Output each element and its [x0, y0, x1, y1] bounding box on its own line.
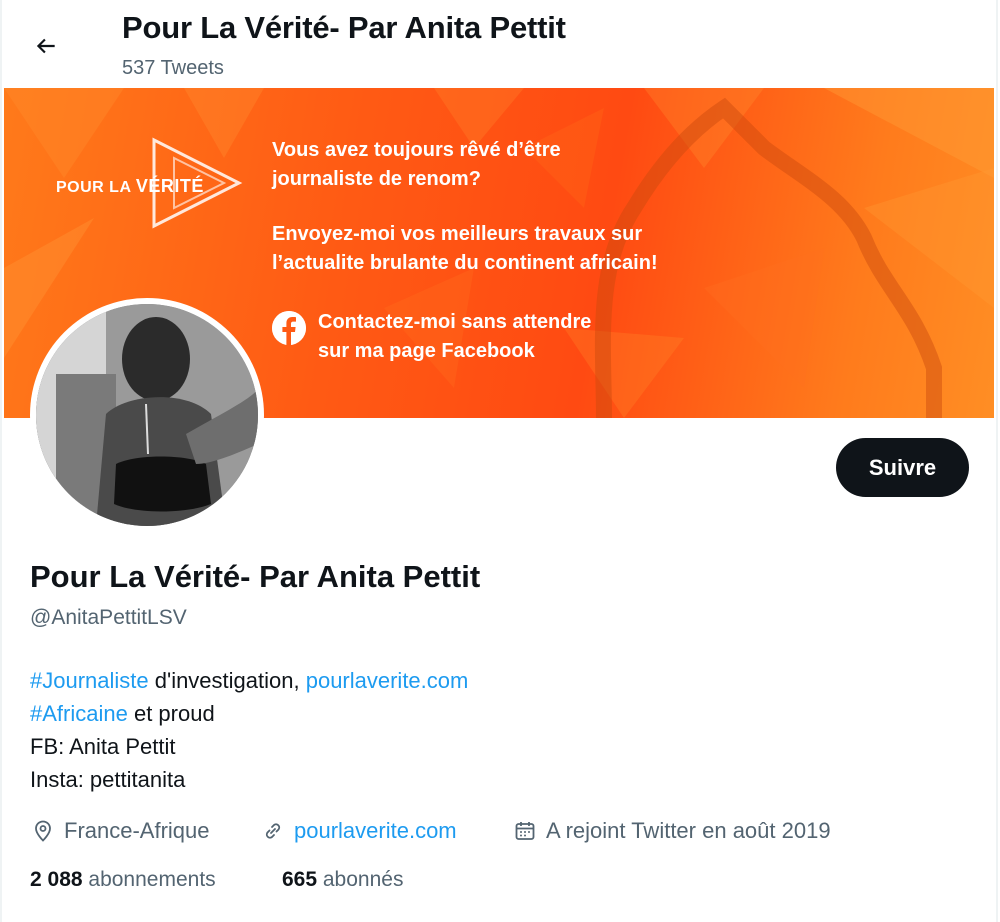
header-title: Pour La Vérité- Par Anita Pettit: [122, 10, 566, 45]
banner-promo-2: Envoyez-moi vos meilleurs travaux sur l’…: [272, 223, 658, 274]
following-label: abonnements: [82, 868, 216, 891]
link-icon: [260, 818, 286, 844]
back-button[interactable]: [24, 24, 68, 68]
follow-button[interactable]: Suivre: [836, 438, 969, 497]
following-link[interactable]: 2 088 abonnements: [30, 868, 216, 892]
avatar[interactable]: [30, 298, 264, 532]
tweet-count: 537 Tweets: [122, 57, 224, 79]
hashtag-journaliste[interactable]: #Journaliste: [30, 668, 149, 693]
user-handle: @AnitaPettitLSV: [30, 606, 187, 629]
hashtag-africaine[interactable]: #Africaine: [30, 701, 128, 726]
bio-line-2: #Africaine et proud: [30, 701, 215, 726]
bio: #Journaliste d'investigation, pourlaveri…: [30, 664, 468, 796]
join-date-text: A rejoint Twitter en août 2019: [546, 818, 831, 843]
display-name: Pour La Vérité- Par Anita Pettit: [30, 559, 481, 594]
avatar-photo: [36, 304, 258, 526]
banner-brand: POUR LA VÉRITÉ: [56, 176, 204, 196]
followers-label: abonnés: [317, 868, 404, 891]
website-item[interactable]: pourlaverite.com: [260, 815, 457, 847]
bio-line-1: #Journaliste d'investigation, pourlaveri…: [30, 668, 469, 693]
website-link[interactable]: pourlaverite.com: [294, 818, 457, 844]
join-date-item: A rejoint Twitter en août 2019: [512, 815, 831, 847]
bio-line-4: Insta: pettitanita: [30, 767, 186, 792]
followers-count: 665: [282, 868, 318, 891]
location-item: France-Afrique: [30, 815, 210, 847]
followers-link[interactable]: 665 abonnés: [282, 868, 403, 892]
calendar-icon: [512, 818, 538, 844]
location-text: France-Afrique: [64, 818, 210, 843]
bio-line-3: FB: Anita Pettit: [30, 734, 176, 759]
bio-website-link[interactable]: pourlaverite.com: [306, 668, 469, 693]
location-pin-icon: [30, 818, 56, 844]
arrow-left-icon: [36, 38, 55, 54]
following-count: 2 088: [30, 868, 83, 891]
banner-promo-3: Contactez-moi sans attendre sur ma page …: [318, 311, 592, 362]
banner-promo-1: Vous avez toujours rêvé d’être journalis…: [272, 139, 561, 190]
facebook-icon: [272, 311, 306, 345]
